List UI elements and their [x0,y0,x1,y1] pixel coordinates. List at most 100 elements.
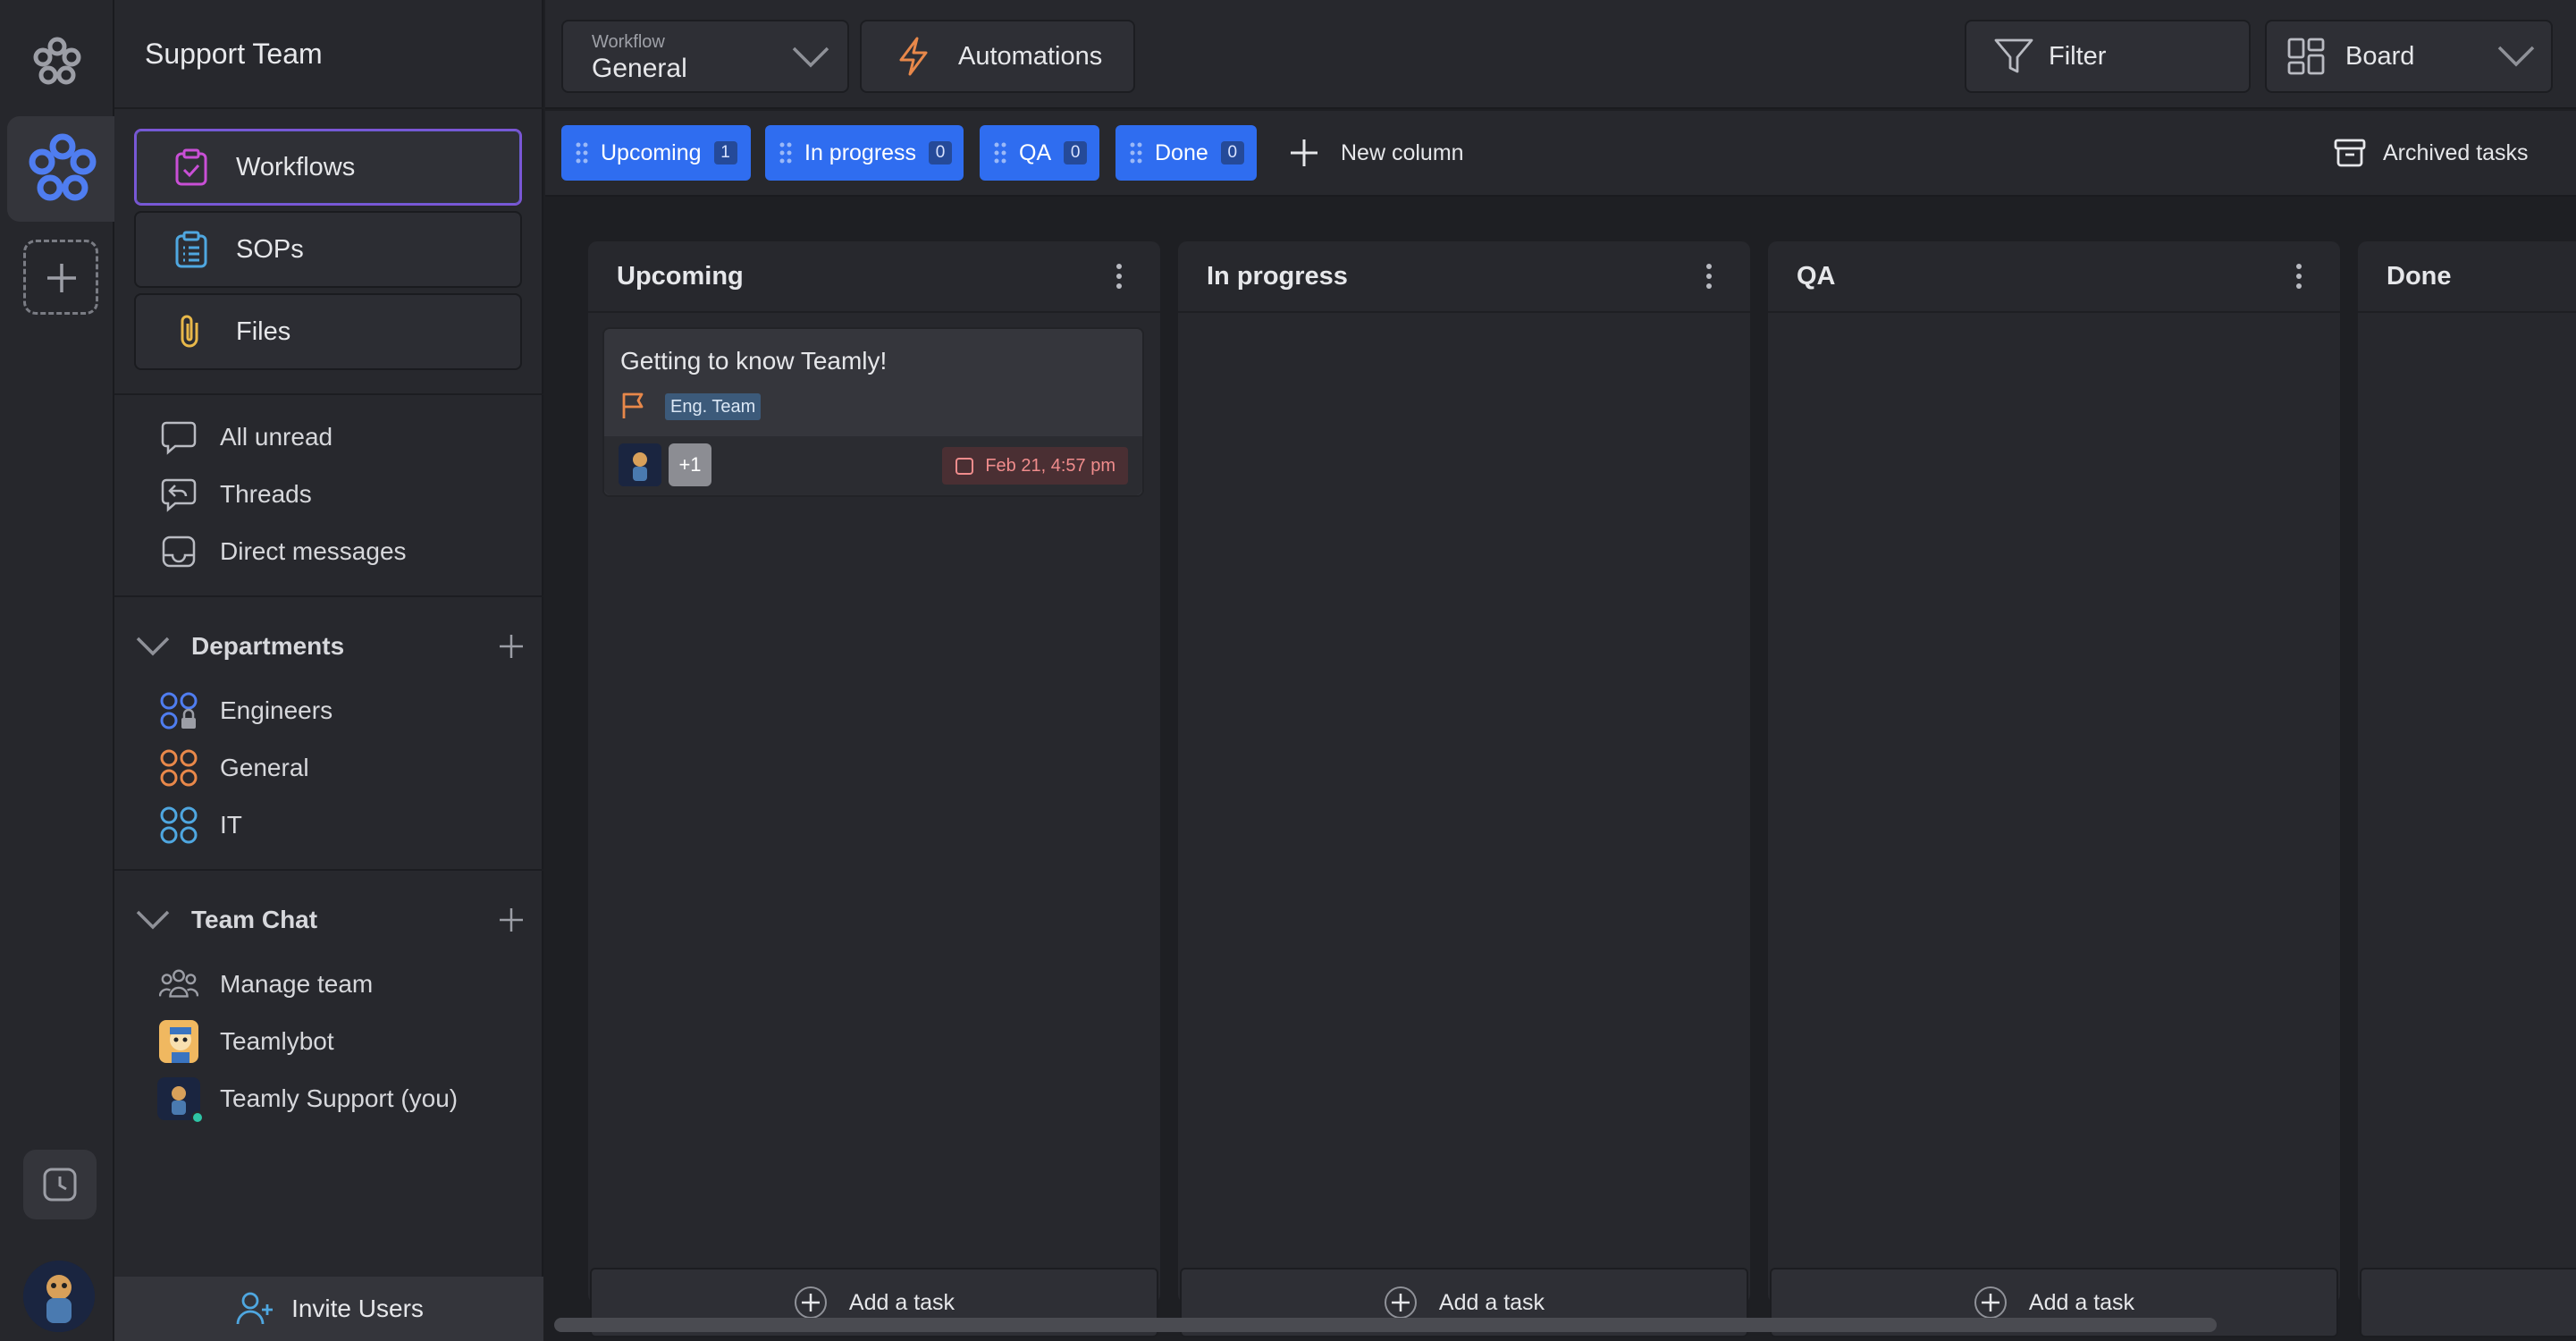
column-title: In progress [1207,261,1348,291]
more-vertical-icon[interactable] [1114,263,1124,290]
pill-label: QA [1019,139,1052,165]
column-qa: QA Add a task [1768,241,2340,1337]
bot-avatar [159,1020,198,1063]
task-tag[interactable]: Eng. Team [665,393,762,420]
column-title: QA [1797,261,1836,291]
add-chat-plus-icon[interactable] [497,906,526,934]
lightning-icon [899,37,928,76]
drag-handle-icon[interactable] [778,141,794,164]
task-title: Getting to know Teamly! [620,347,888,375]
pill-label: In progress [804,139,917,165]
filter-label: Filter [2049,41,2107,71]
pill-label: Upcoming [601,139,702,165]
new-column-button[interactable]: New column [1287,136,1464,170]
current-user-avatar[interactable] [23,1261,95,1332]
column-header: Done [2358,241,2576,313]
sidebar-item-workflows[interactable]: Workflows [134,129,522,206]
new-column-label: New column [1341,139,1464,165]
workspace-support-team[interactable] [7,116,114,222]
sidebar-item-label: General [220,754,309,781]
assignee-avatar[interactable] [619,443,661,486]
chat-bubble-icon [159,417,198,457]
sidebar-item-label: Teamly Support (you) [220,1084,459,1112]
drag-handle-icon[interactable] [992,141,1008,164]
extra-assignees-badge[interactable]: +1 [669,443,711,486]
sidebar-item-manage-team[interactable]: Manage team [159,962,373,1007]
invite-users-button[interactable]: Invite Users [114,1277,543,1341]
pill-label: Done [1155,139,1208,165]
sidebar-item-label: Manage team [220,970,374,998]
locked-group-icon [159,691,198,730]
team-icon [159,965,198,1004]
add-department-plus-icon[interactable] [497,632,526,661]
sidebar-item-sops[interactable]: SOPs [134,211,522,288]
group-icon [159,805,198,845]
column-pill-in-progress[interactable]: In progress 0 [765,125,964,181]
divider [114,107,543,109]
add-task-label: Add a task [848,1289,955,1315]
due-date-text: Feb 21, 4:57 pm [985,455,1115,476]
flag-icon[interactable] [620,392,647,420]
task-card-footer: +1 Feb 21, 4:57 pm [604,436,1142,495]
column-pill-qa[interactable]: QA 0 [980,125,1099,181]
kanban-board: Upcoming Getting to know Teamly! Eng. Te… [545,198,2576,1341]
workflow-caption: Workflow [592,32,665,52]
departments-section-header[interactable]: Departments [132,624,526,669]
history-button[interactable] [23,1150,97,1219]
view-select[interactable]: Board [2265,20,2553,93]
sidebar-item-label: Teamlybot [220,1027,334,1055]
add-task-button[interactable] [2360,1268,2576,1337]
sidebar-item-general[interactable]: General [159,746,309,790]
pill-count: 0 [1064,141,1088,164]
filter-button[interactable]: Filter [1965,20,2251,93]
column-pill-upcoming[interactable]: Upcoming 1 [561,125,751,181]
view-label: Board [2345,41,2415,71]
column-in-progress: In progress Add a task [1178,241,1750,1337]
sidebar-item-label: Direct messages [220,537,407,565]
app-logo-icon[interactable] [32,36,82,89]
drag-handle-icon[interactable] [1128,141,1144,164]
inbox-icon [159,532,198,571]
chevron-down-icon[interactable] [132,899,173,940]
workflow-select[interactable]: Workflow General [561,20,849,93]
sidebar-item-teamlybot[interactable]: Teamlybot [159,1019,334,1064]
clock-icon [43,1168,77,1202]
sidebar-item-all-unread[interactable]: All unread [159,415,333,460]
task-card[interactable]: Getting to know Teamly! Eng. Team +1 Feb… [602,327,1144,497]
pill-count: 1 [713,141,737,164]
sidebar-item-threads[interactable]: Threads [159,472,312,517]
calendar-icon [955,458,974,475]
sidebar-item-label: Engineers [220,696,333,724]
sidebar-item-it[interactable]: IT [159,803,242,848]
more-vertical-icon[interactable] [1704,263,1714,290]
top-toolbar: Workflow General Automations Filter Boar… [545,0,2576,109]
sidebar-item-label: Threads [220,480,312,508]
pill-count: 0 [929,141,953,164]
sidebar-item-engineers[interactable]: Engineers [159,688,333,733]
due-date-badge[interactable]: Feb 21, 4:57 pm [942,447,1128,485]
workspace-rail [0,0,114,1341]
sidebar-item-teamly-support[interactable]: Teamly Support (you) [157,1076,459,1124]
archived-tasks-button[interactable]: Archived tasks [2333,136,2529,170]
add-task-label: Add a task [1438,1289,1545,1315]
plus-icon [1291,139,1317,166]
add-workspace-button[interactable] [23,240,98,315]
sidebar-item-direct-messages[interactable]: Direct messages [159,529,407,574]
plus-circle-icon [1974,1286,2007,1319]
column-pill-done[interactable]: Done 0 [1115,125,1257,181]
sidebar-item-files[interactable]: Files [134,293,522,370]
more-vertical-icon[interactable] [2294,263,2304,290]
chevron-down-icon[interactable] [132,626,173,667]
column-title: Upcoming [617,261,744,291]
team-chat-section-header[interactable]: Team Chat [132,898,526,942]
automations-button[interactable]: Automations [860,20,1135,93]
divider [114,869,543,871]
sidebar: Support Team Workflows SOPs Files All un… [114,0,543,1341]
chevron-down-icon [792,46,829,68]
group-icon [159,748,198,788]
filter-icon [1994,38,2033,73]
column-header: In progress [1178,241,1750,313]
drag-handle-icon[interactable] [574,141,590,164]
horizontal-scrollbar[interactable] [554,1318,2217,1332]
team-name[interactable]: Support Team [145,38,323,71]
